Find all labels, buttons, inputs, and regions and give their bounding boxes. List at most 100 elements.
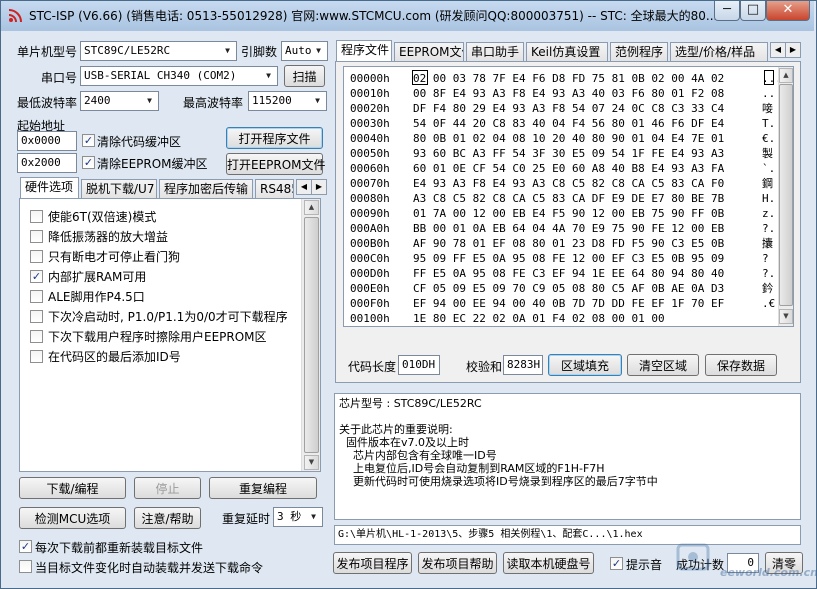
hex-row-bytes[interactable]: AF 90 78 01 EF 08 80 01 23 D8 FD F5 90 C… bbox=[413, 236, 753, 251]
scan-button[interactable]: 扫描 bbox=[284, 65, 325, 87]
hex-scrollbar[interactable]: ▲ ▼ bbox=[778, 67, 793, 326]
scroll-up-icon[interactable]: ▲ bbox=[304, 200, 319, 215]
hex-row-address: 00000h bbox=[350, 72, 390, 85]
option-6t-mode-label: 使能6T(双倍速)模式 bbox=[48, 210, 157, 224]
stop-button[interactable]: 停止 bbox=[134, 477, 201, 499]
tab-encrypted-transfer[interactable]: 程序加密后传输 bbox=[159, 179, 253, 199]
hex-row-bytes[interactable]: 1E 80 EC 22 02 0A 01 F4 02 08 00 01 00 bbox=[413, 311, 753, 326]
tab-rs485[interactable]: RS485 bbox=[255, 179, 294, 199]
repeat-delay-select[interactable]: 3 秒 ▼ bbox=[273, 507, 323, 527]
beep-checkbox[interactable]: ✓ bbox=[610, 557, 623, 570]
clear-eeprom-buffer-checkbox[interactable]: ✓ bbox=[82, 156, 95, 169]
tab-scroll-right-icon[interactable]: ▶ bbox=[785, 42, 801, 58]
chevron-down-icon: ▼ bbox=[225, 46, 230, 55]
hex-row-bytes[interactable]: E4 93 A3 F8 E4 93 A3 C8 C5 82 C8 CA C5 8… bbox=[413, 176, 753, 191]
pin-count-label: 引脚数 bbox=[241, 45, 278, 59]
option-ale-pin-checkbox[interactable] bbox=[30, 290, 43, 303]
chip-info-line: 固件版本在v7.0及以上时 bbox=[339, 436, 469, 449]
tab-serial-assistant[interactable]: 串口助手 bbox=[466, 42, 524, 62]
hex-row-bytes[interactable]: 54 0F 44 20 C8 83 40 04 F4 56 80 01 46 F… bbox=[413, 116, 753, 131]
option-reduce-gain-label: 降低振荡器的放大增益 bbox=[48, 230, 169, 244]
hex-row-bytes[interactable]: 93 60 BC A3 FF 54 3F 30 E5 09 54 1F FE E… bbox=[413, 146, 753, 161]
chip-info-line: 更新代码时可使用烧录选项将ID号烧录到程序区的最后7字节中 bbox=[339, 475, 658, 488]
reload-before-download-checkbox[interactable]: ✓ bbox=[19, 540, 32, 553]
scroll-down-icon[interactable]: ▼ bbox=[779, 309, 793, 324]
hex-row-bytes[interactable]: DF F4 80 29 E4 93 A3 F8 54 07 24 0C C8 C… bbox=[413, 101, 753, 116]
hex-row-bytes[interactable]: BB 00 01 0A EB 64 04 4A 70 E9 75 90 FE 1… bbox=[413, 221, 753, 236]
minimize-button[interactable]: ─ bbox=[714, 1, 740, 21]
tab-hardware-options[interactable]: 硬件选项 bbox=[20, 177, 79, 199]
min-baud-select[interactable]: 2400 ▼ bbox=[80, 91, 159, 111]
code-length-label: 代码长度 bbox=[348, 360, 397, 374]
hex-editor[interactable]: 00000h 00010h 00020h 00030h 00040h 00050h 0006… bbox=[343, 66, 794, 327]
max-baud-select[interactable]: 115200 ▼ bbox=[248, 91, 327, 111]
hex-row-bytes[interactable]: 80 0B 01 02 04 08 10 20 40 80 90 01 04 E… bbox=[413, 131, 753, 146]
detect-mcu-button[interactable]: 检测MCU选项 bbox=[19, 507, 126, 529]
option-cold-start-checkbox[interactable] bbox=[30, 310, 43, 323]
tab-selection-price[interactable]: 选型/价格/样品 bbox=[670, 42, 768, 62]
chip-info-line bbox=[339, 410, 658, 423]
download-program-button[interactable]: 下载/编程 bbox=[19, 477, 126, 499]
publish-project-button[interactable]: 发布项目程序 bbox=[333, 552, 412, 574]
tab-scroll-left-icon[interactable]: ◀ bbox=[296, 179, 312, 195]
pin-count-select[interactable]: Auto ▼ bbox=[281, 41, 328, 61]
open-program-file-button[interactable]: 打开程序文件 bbox=[226, 127, 323, 149]
auto-load-checkbox[interactable] bbox=[19, 560, 32, 573]
code-length-value: 010DH bbox=[398, 355, 440, 375]
chevron-down-icon: ▼ bbox=[315, 96, 320, 105]
hex-row-bytes[interactable]: 95 09 FF E5 0A 95 08 FE 12 00 EF C3 E5 0… bbox=[413, 251, 753, 266]
scroll-up-icon[interactable]: ▲ bbox=[779, 68, 793, 83]
clear-area-button[interactable]: 清空区域 bbox=[627, 354, 699, 376]
options-scrollbar[interactable]: ▲ ▼ bbox=[301, 199, 320, 471]
hex-row-address: 000E0h bbox=[350, 282, 390, 295]
hex-row-bytes[interactable]: FF E5 0A 95 08 FE C3 EF 94 1E EE 64 80 9… bbox=[413, 266, 753, 281]
scroll-thumb[interactable] bbox=[779, 84, 793, 306]
hex-row-address: 00070h bbox=[350, 177, 390, 190]
chip-info-text: 芯片型号 : STC89C/LE52RC 关于此芯片的重要说明: 固件版本在v7.… bbox=[339, 397, 658, 488]
open-eeprom-file-button[interactable]: 打开EEPROM文件 bbox=[226, 153, 326, 175]
mcu-type-select[interactable]: STC89C/LE52RC ▼ bbox=[80, 41, 237, 61]
eeprom-start-address-input[interactable]: 0x2000 bbox=[17, 153, 77, 173]
hex-row-address: 00090h bbox=[350, 207, 390, 220]
read-disk-id-button[interactable]: 读取本机硬盘号 bbox=[503, 552, 594, 574]
option-6t-mode-checkbox[interactable] bbox=[30, 210, 43, 223]
serial-port-select[interactable]: USB-SERIAL CH340 (COM2) ▼ bbox=[80, 66, 278, 86]
clear-code-buffer-label: 清除代码缓冲区 bbox=[97, 135, 182, 149]
tab-keil-simulation[interactable]: Keil仿真设置 bbox=[526, 42, 608, 62]
publish-help-button[interactable]: 发布项目帮助 bbox=[418, 552, 497, 574]
fill-area-button[interactable]: 区域填充 bbox=[548, 354, 622, 376]
option-watchdog-checkbox[interactable] bbox=[30, 250, 43, 263]
hex-row-bytes[interactable]: 60 01 0E CF 54 C0 25 E0 60 A8 40 B8 E4 9… bbox=[413, 161, 753, 176]
chevron-down-icon: ▼ bbox=[311, 512, 316, 521]
tab-scroll-left-icon[interactable]: ◀ bbox=[770, 42, 786, 58]
clear-code-buffer-checkbox[interactable]: ✓ bbox=[82, 134, 95, 147]
tab-example-programs[interactable]: 范例程序 bbox=[610, 42, 668, 62]
tab-scroll-right-icon[interactable]: ▶ bbox=[311, 179, 327, 195]
hex-row-bytes[interactable]: EF 94 00 EE 94 00 40 0B 7D 7D DD FE EF 1… bbox=[413, 296, 753, 311]
scroll-thumb[interactable] bbox=[304, 217, 319, 453]
option-append-id-checkbox[interactable] bbox=[30, 350, 43, 363]
close-button[interactable]: ✕ bbox=[766, 1, 810, 21]
serial-port-label: 串口号 bbox=[41, 71, 78, 85]
hex-row-bytes[interactable]: CF 05 09 E5 09 70 C9 05 08 80 C5 AF 0B A… bbox=[413, 281, 753, 296]
hex-row-bytes[interactable]: 01 7A 00 12 00 EB E4 F5 90 12 00 EB 75 9… bbox=[413, 206, 753, 221]
beep-label: 提示音 bbox=[626, 558, 663, 572]
tab-offline-download[interactable]: 脱机下载/U7 bbox=[81, 179, 157, 199]
option-erase-eeprom-label: 下次下载用户程序时擦除用户EEPROM区 bbox=[48, 330, 267, 344]
maximize-button[interactable]: □ bbox=[740, 1, 766, 21]
help-button[interactable]: 注意/帮助 bbox=[134, 507, 201, 529]
program-start-address-input[interactable]: 0x0000 bbox=[17, 131, 77, 151]
save-data-button[interactable]: 保存数据 bbox=[705, 354, 777, 376]
option-erase-eeprom-checkbox[interactable] bbox=[30, 330, 43, 343]
wifi-app-icon bbox=[8, 7, 24, 23]
repeat-program-button[interactable]: 重复编程 bbox=[209, 477, 317, 499]
hex-row-bytes[interactable]: 02 00 03 78 7F E4 F6 D8 FD 75 81 0B 02 0… bbox=[413, 71, 753, 86]
hex-bytes-column[interactable]: 02 00 03 78 7F E4 F6 D8 FD 75 81 0B 02 0… bbox=[413, 71, 753, 326]
option-ext-ram-checkbox[interactable]: ✓ bbox=[30, 270, 43, 283]
tab-eeprom-file[interactable]: EEPROM文件 bbox=[394, 42, 464, 62]
hex-row-bytes[interactable]: 00 8F E4 93 A3 F8 E4 93 A3 40 03 F6 80 0… bbox=[413, 86, 753, 101]
option-reduce-gain-checkbox[interactable] bbox=[30, 230, 43, 243]
tab-program-file[interactable]: 程序文件 bbox=[336, 40, 392, 62]
scroll-down-icon[interactable]: ▼ bbox=[304, 455, 319, 470]
hex-row-bytes[interactable]: A3 C8 C5 82 C8 CA C5 83 CA DF E9 DE E7 8… bbox=[413, 191, 753, 206]
